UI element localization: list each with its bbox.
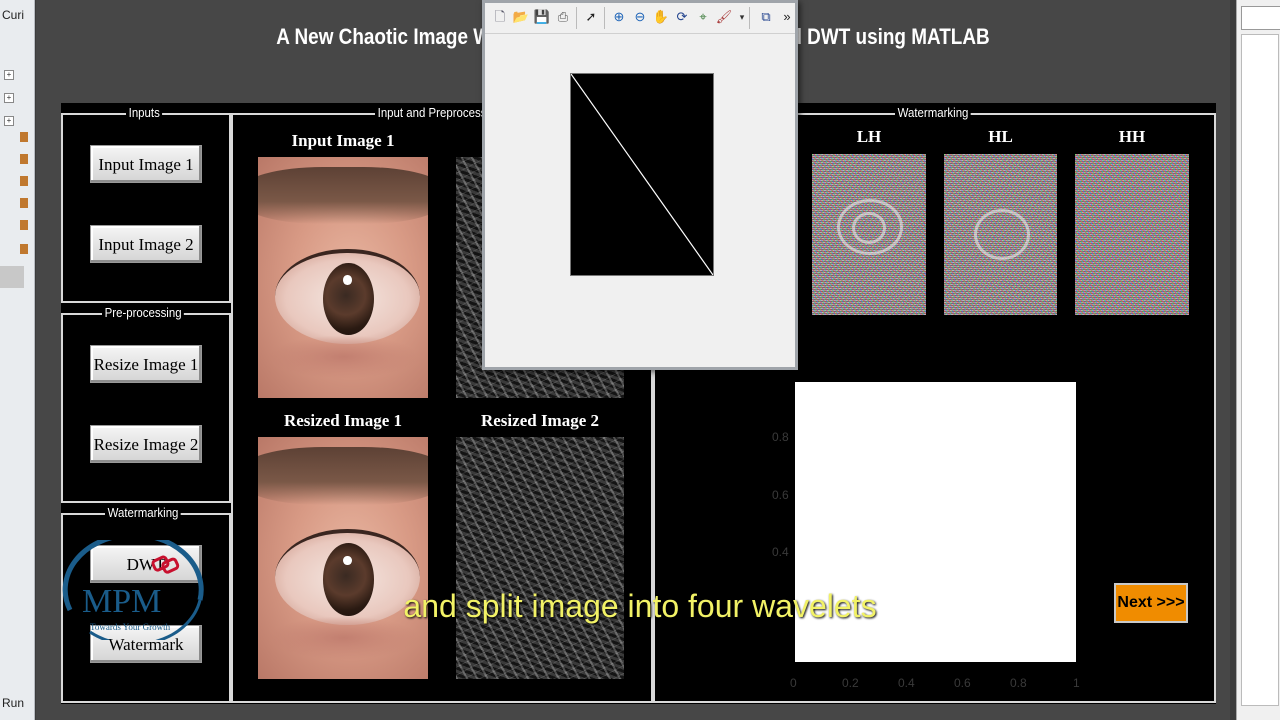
resize-image-2-button[interactable]: Resize Image 2: [90, 425, 202, 463]
lh-subband-image: [812, 154, 926, 315]
input-preprocess-title: Input and Preprocess: [375, 105, 490, 120]
toolbar-separator: [604, 7, 605, 29]
zoom-out-icon[interactable]: ⊖: [631, 8, 649, 26]
tree-expand-icon[interactable]: +: [4, 116, 14, 126]
x-tick-label: 0: [790, 676, 797, 690]
input-image-2-button[interactable]: Input Image 2: [90, 225, 202, 263]
inputs-panel: Inputs Input Image 1 Input Image 2: [61, 105, 231, 303]
lh-band-label: LH: [856, 127, 882, 146]
logo-emblem-icon: [151, 555, 180, 574]
resized-image-1: [258, 437, 428, 679]
open-folder-icon[interactable]: 📂: [512, 8, 530, 26]
brush-icon[interactable]: 🖌: [715, 8, 733, 26]
zoom-in-icon[interactable]: ⊕: [610, 8, 628, 26]
toolbar-separator: [749, 7, 750, 29]
toolbar-separator: [576, 7, 577, 29]
x-tick-label: 0.6: [954, 676, 971, 690]
hh-subband-image: [1075, 154, 1189, 315]
x-tick-label: 0.2: [842, 676, 859, 690]
new-file-icon[interactable]: 🗋: [491, 8, 509, 26]
resized-image-2-label: Resized Image 2: [480, 411, 600, 430]
file-icon[interactable]: [20, 154, 28, 164]
x-tick-label: 0.4: [898, 676, 915, 690]
run-label: Run: [2, 696, 25, 710]
x-tick-label: 1: [1073, 676, 1080, 690]
tree-expand-icon[interactable]: +: [4, 93, 14, 103]
y-tick-label: 0.6: [772, 488, 789, 502]
resized-image-1-label: Resized Image 1: [283, 411, 403, 430]
figure-popup-window[interactable]: 🗋 📂 💾 ⎙ ➚ ⊕ ⊖ ✋ ⟳ ⌖ 🖌 ▾ ⧉ »: [482, 0, 798, 370]
preprocessing-panel-title: Pre-processing: [102, 305, 185, 320]
y-tick-label: 0.8: [772, 430, 789, 444]
input-image-1-label: Input Image 1: [291, 131, 395, 150]
hl-band-label: HL: [988, 127, 1013, 146]
inputs-panel-title: Inputs: [126, 105, 163, 120]
rotate-3d-icon[interactable]: ⟳: [673, 8, 691, 26]
save-icon[interactable]: 💾: [533, 8, 551, 26]
pointer-icon[interactable]: ➚: [582, 8, 600, 26]
video-subtitle: and split image into four wavelets: [403, 588, 877, 624]
input-image-1: [258, 157, 428, 398]
y-tick-label: 0.4: [772, 545, 789, 559]
popup-plot-image: [570, 73, 714, 276]
selected-tree-row[interactable]: [0, 266, 24, 288]
data-cursor-icon[interactable]: ⌖: [694, 8, 712, 26]
toolbar-overflow-icon[interactable]: »: [778, 8, 796, 26]
print-icon[interactable]: ⎙: [554, 8, 572, 26]
watermarking-controls-title: Watermarking: [105, 505, 182, 520]
file-icon[interactable]: [20, 176, 28, 186]
diagonal-line: [571, 74, 713, 275]
hl-subband-image: [944, 154, 1057, 315]
file-icon[interactable]: [20, 132, 28, 142]
file-icon[interactable]: [20, 220, 28, 230]
dock-icon[interactable]: ⧉: [757, 8, 775, 26]
ide-right-header-box: [1241, 6, 1280, 30]
resized-image-2: [456, 437, 624, 679]
ide-tab-current-folder[interactable]: Curi: [2, 8, 24, 22]
input-image-1-button[interactable]: Input Image 1: [90, 145, 202, 183]
watermarking-view-title: Watermarking: [895, 105, 972, 120]
tree-expand-icon[interactable]: +: [4, 70, 14, 80]
file-icon[interactable]: [20, 198, 28, 208]
file-icon[interactable]: [20, 244, 28, 254]
pan-hand-icon[interactable]: ✋: [652, 8, 670, 26]
x-tick-label: 0.8: [1010, 676, 1027, 690]
figure-toolbar: 🗋 📂 💾 ⎙ ➚ ⊕ ⊖ ✋ ⟳ ⌖ 🖌 ▾ ⧉ »: [485, 3, 795, 34]
resize-image-1-button[interactable]: Resize Image 1: [90, 345, 202, 383]
preprocessing-panel: Pre-processing Resize Image 1 Resize Ima…: [61, 305, 231, 503]
hh-band-label: HH: [1118, 127, 1146, 146]
